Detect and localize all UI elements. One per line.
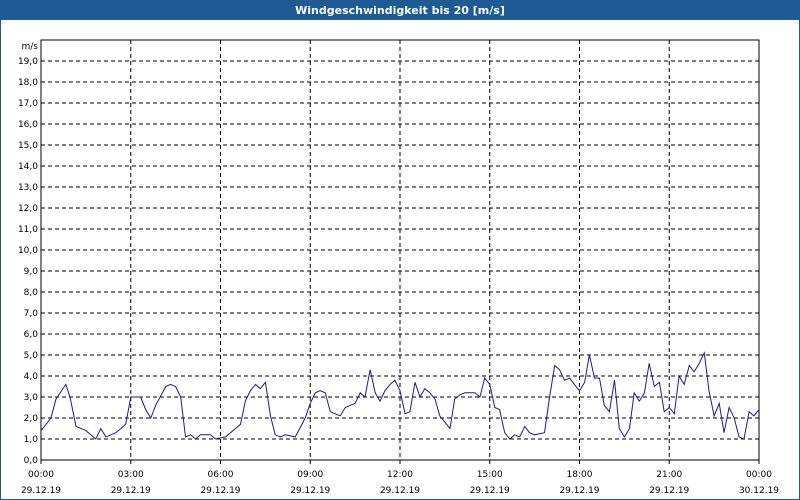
x-tick-date-label: 29.12.19 <box>380 486 420 496</box>
x-tick-time-label: 18:00 <box>567 470 593 480</box>
wind-speed-chart: 0,0 1,0 2,0 3,0 4,0 5,0 6,0 7,0 8,0 9,0 10,0 11,0 12… <box>18 39 779 496</box>
x-tick-date-label: 30.12.19 <box>739 486 779 496</box>
x-tick-time-label: 12:00 <box>387 470 413 480</box>
x-tick-time-label: 21:00 <box>656 470 682 480</box>
y-tick-label: 13,0 <box>18 183 38 193</box>
y-tick-label: 11,0 <box>18 225 38 235</box>
x-tick-date-label: 29.12.19 <box>21 486 61 496</box>
x-tick-time-label: 03:00 <box>118 470 144 480</box>
x-tick-time-label: 15:00 <box>477 470 503 480</box>
x-tick-time-label: 00:00 <box>746 470 772 480</box>
y-axis-label: m/s <box>22 42 39 52</box>
x-tick-date-label: 29.12.19 <box>111 486 151 496</box>
x-tick-date-label: 29.12.19 <box>559 486 599 496</box>
y-tick-label: 12,0 <box>18 204 38 214</box>
x-tick-time-label: 06:00 <box>208 470 234 480</box>
y-tick-label: 9,0 <box>24 267 39 277</box>
y-tick-label: 3,0 <box>24 393 39 403</box>
y-tick-label: 8,0 <box>24 288 39 298</box>
x-tick-date-label: 29.12.19 <box>290 486 330 496</box>
y-tick-label: 16,0 <box>18 120 38 130</box>
y-tick-label: 10,0 <box>18 246 38 256</box>
y-tick-label: 18,0 <box>18 78 38 88</box>
x-tick-time-label: 09:00 <box>297 470 323 480</box>
y-tick-label: 15,0 <box>18 141 38 151</box>
y-tick-label: 2,0 <box>24 414 39 424</box>
x-tick-date-label: 29.12.19 <box>649 486 689 496</box>
y-tick-label: 6,0 <box>24 330 39 340</box>
y-tick-label: 14,0 <box>18 162 38 172</box>
x-tick-date-label: 29.12.19 <box>200 486 240 496</box>
y-tick-label: 1,0 <box>24 435 39 445</box>
y-tick-label: 5,0 <box>24 351 39 361</box>
x-tick-time-label: 00:00 <box>28 470 54 480</box>
y-tick-label: 0,0 <box>24 456 39 466</box>
x-tick-date-label: 29.12.19 <box>470 486 510 496</box>
y-tick-label: 17,0 <box>18 99 38 109</box>
y-tick-label: 7,0 <box>24 309 39 319</box>
y-tick-label: 19,0 <box>18 57 38 67</box>
chart-window: Windgeschwindigkeit bis 20 [m/s] 0,0 1,0 2… <box>0 0 800 500</box>
y-tick-label: 4,0 <box>24 372 39 382</box>
